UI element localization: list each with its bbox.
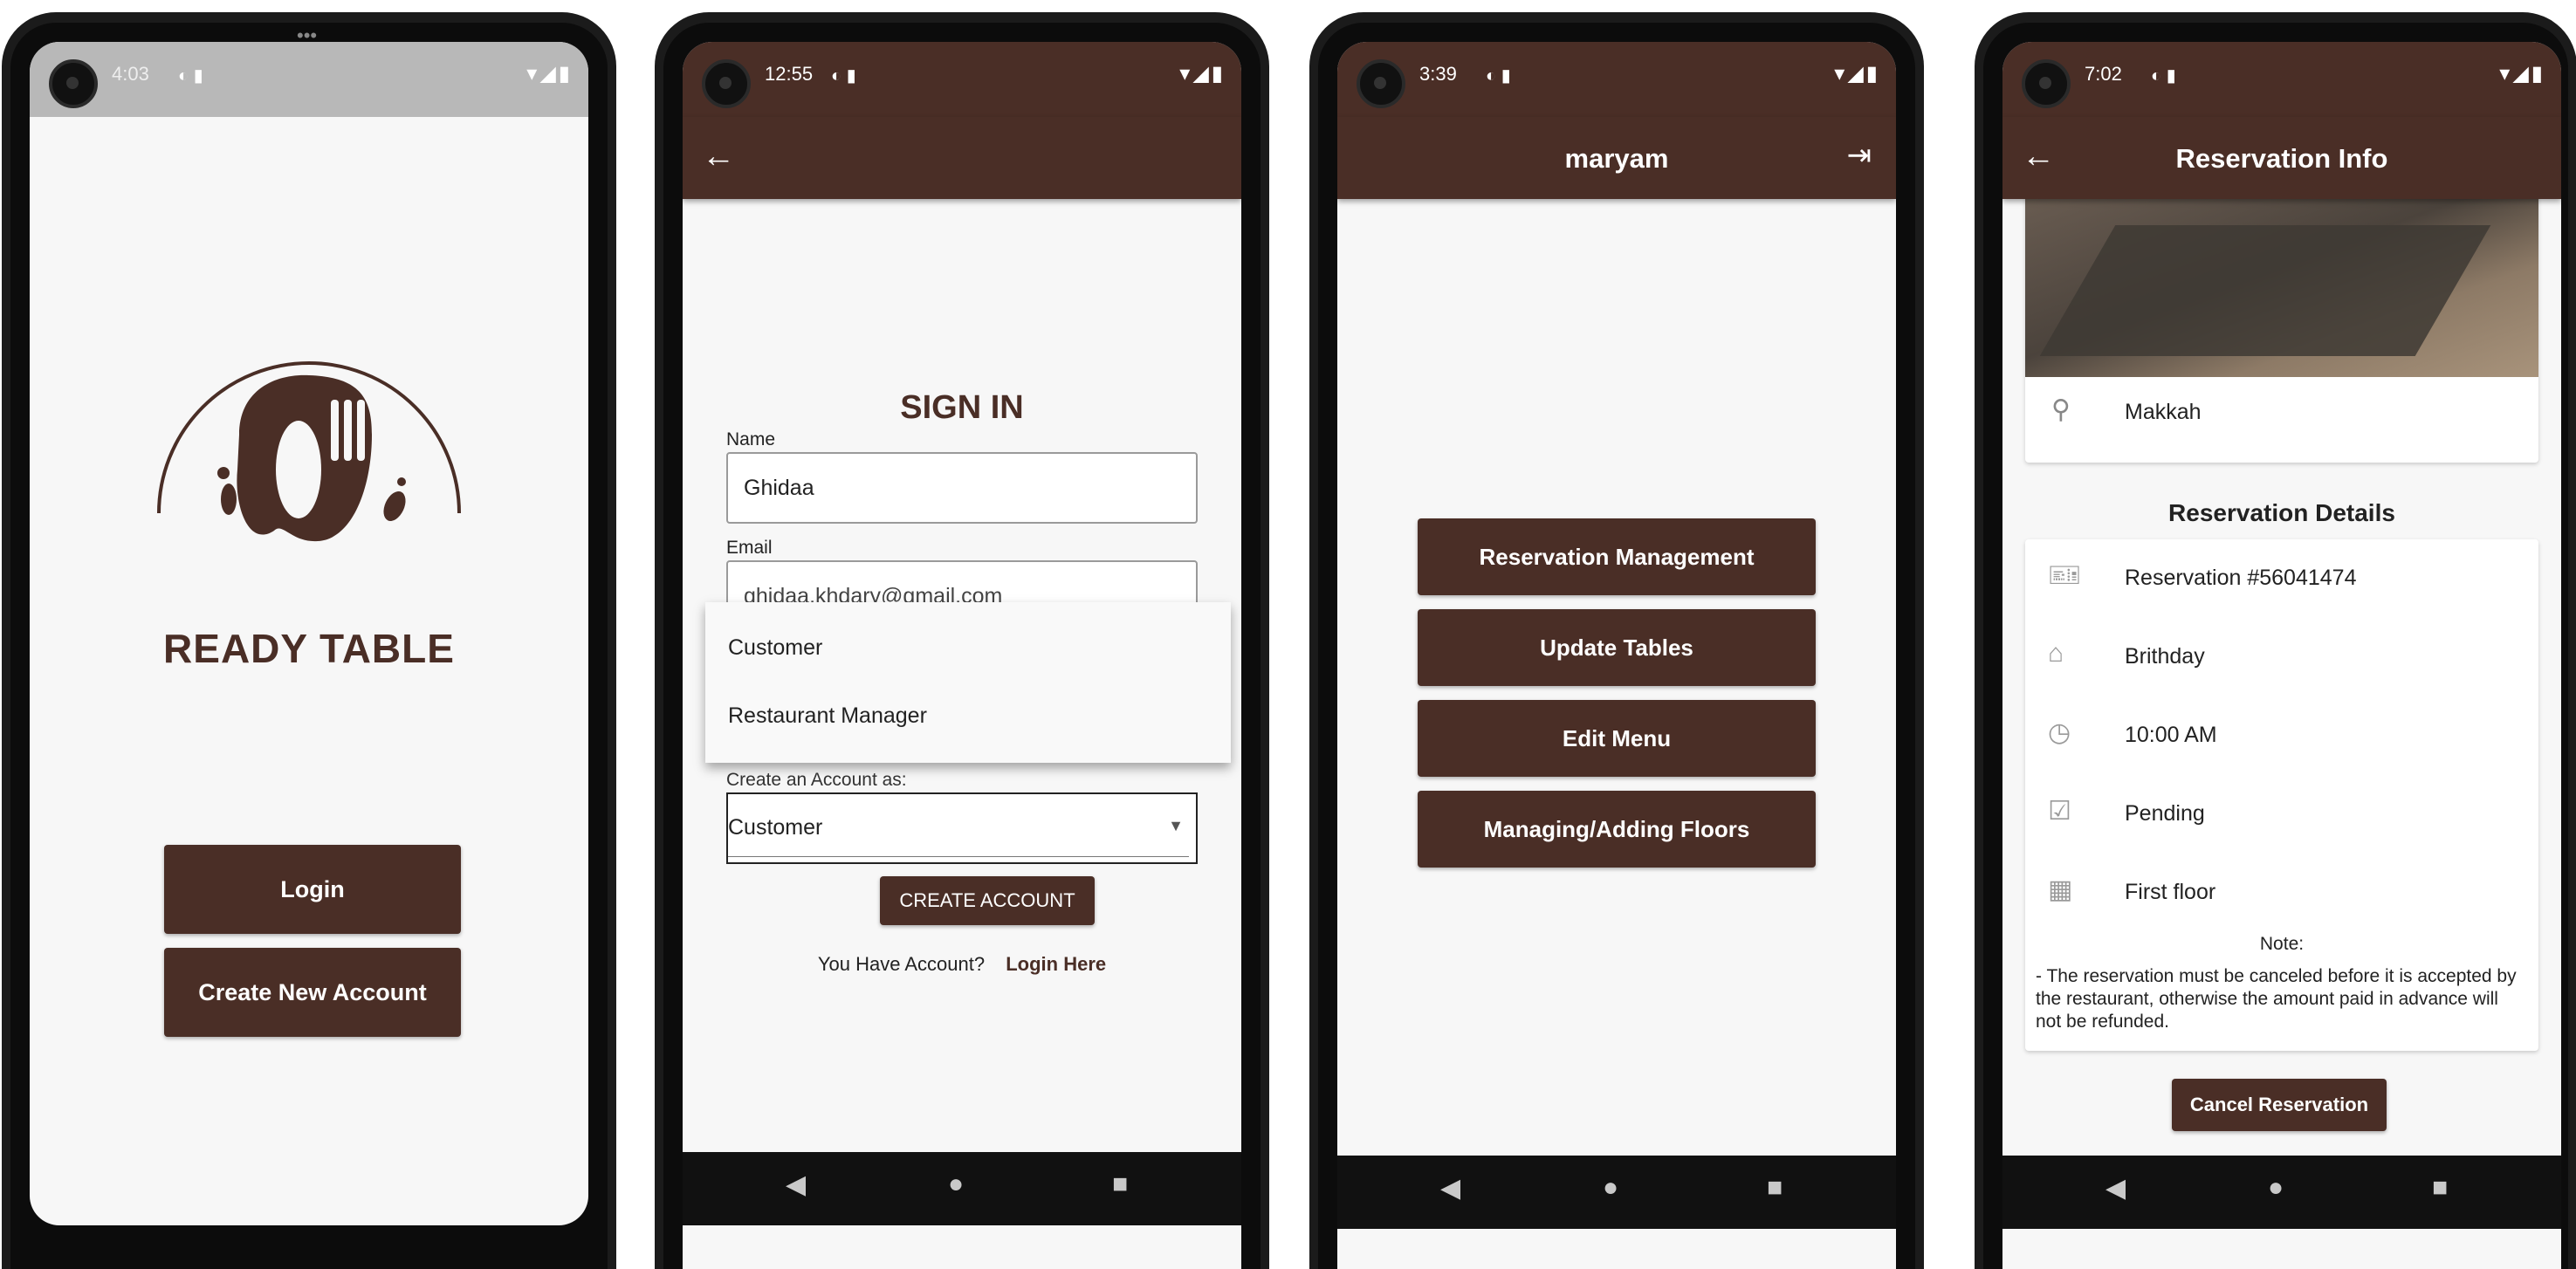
create-account-button[interactable]: CREATE ACCOUNT (880, 876, 1095, 925)
have-account-text: You Have Account? (817, 953, 986, 975)
app-bar: ← (683, 117, 1241, 199)
location-card: ⚲ Makkah (2025, 190, 2538, 463)
update-tables-button[interactable]: Update Tables (1418, 609, 1816, 686)
reservation-info-screen: 7:02 ◐ ▮ ▾◢▮ ← Reservation Info ⚲ Makkah… (2002, 42, 2561, 1269)
nav-home-icon[interactable]: ● (948, 1170, 964, 1199)
occasion-icon: ⌂ (2048, 639, 2064, 668)
navigation-bar: ◀ ● ■ (2002, 1156, 2561, 1229)
notification-icons: ◐ ▮ (178, 66, 203, 86)
nav-home-icon[interactable]: ● (2268, 1173, 2284, 1203)
camera-icon (49, 59, 98, 108)
nav-back-icon[interactable]: ◀ (786, 1170, 806, 1200)
building-icon: ▦ (2048, 875, 2073, 904)
status-bar: 12:55 ◐ ▮ ▾◢▮ (683, 42, 1241, 117)
nav-back-icon[interactable]: ◀ (2105, 1173, 2126, 1204)
option-customer[interactable]: Customer (728, 635, 822, 661)
status-time: 3:39 (1419, 63, 1457, 85)
managing-floors-button[interactable]: Managing/Adding Floors (1418, 791, 1816, 868)
location-text: Makkah (2125, 400, 2202, 424)
status-time: 12:55 (765, 63, 814, 85)
have-account-row: You Have Account? Login Here (683, 953, 1241, 976)
status-time: 7:02 (2085, 63, 2122, 85)
reservation-management-button[interactable]: Reservation Management (1418, 518, 1816, 595)
option-restaurant-manager[interactable]: Restaurant Manager (728, 703, 927, 729)
app-bar: maryam ⇥ (1337, 117, 1896, 199)
phone-reservation-info: 7:02 ◐ ▮ ▾◢▮ ← Reservation Info ⚲ Makkah… (1975, 12, 2576, 1269)
phone-sign-in: 12:55 ◐ ▮ ▾◢▮ ← SIGN IN Name Ghidaa Emai… (655, 12, 1269, 1269)
nav-recents-icon[interactable]: ■ (1767, 1173, 1783, 1203)
floor-text: First floor (2125, 880, 2216, 904)
details-card: 🎫︎ Reservation #56041474 ⌂ Brithday ◷ 10… (2025, 539, 2538, 1051)
time-text: 10:00 AM (2125, 723, 2217, 747)
note-label: Note: (2259, 934, 2305, 954)
login-button[interactable]: Login (164, 845, 461, 934)
chevron-down-icon: ▼ (1168, 817, 1184, 834)
occasion-text: Brithday (2125, 644, 2205, 669)
notification-icons: ◐ ▮ (2151, 66, 2176, 86)
edit-menu-button[interactable]: Edit Menu (1418, 700, 1816, 777)
name-label: Name (726, 429, 776, 449)
logout-icon[interactable]: ⇥ (1847, 138, 1872, 173)
nav-home-icon[interactable]: ● (1603, 1173, 1618, 1203)
ready-table-logo (157, 361, 461, 542)
restaurant-image (2025, 190, 2538, 377)
app-bar: ← Reservation Info (2002, 117, 2561, 199)
sign-in-title: SIGN IN (900, 389, 1024, 426)
account-type-select[interactable]: Customer ▼ (726, 792, 1198, 864)
login-here-link[interactable]: Login Here (1006, 953, 1106, 975)
clock-icon: ◷ (2048, 718, 2071, 747)
status-bar: 7:02 ◐ ▮ ▾◢▮ (2002, 42, 2561, 117)
nav-back-icon[interactable]: ◀ (1440, 1173, 1460, 1204)
account-type-label: Create an Account as: (726, 770, 907, 790)
manager-menu-screen: 3:39 ◐ ▮ ▾◢▮ maryam ⇥ Reservation Manage… (1337, 42, 1896, 1269)
reservation-number: Reservation #56041474 (2125, 566, 2357, 590)
account-type-dropdown-menu: Customer Restaurant Manager (705, 602, 1231, 763)
navigation-bar: ◀ ● ■ (683, 1152, 1241, 1225)
signal-battery-icons: ▾◢▮ (1834, 62, 1880, 86)
name-field[interactable]: Ghidaa (726, 452, 1198, 524)
details-heading: Reservation Details (2168, 499, 2395, 526)
image-floor-rug (2039, 225, 2491, 356)
nav-recents-icon[interactable]: ■ (2432, 1173, 2448, 1203)
status-time: 4:03 (112, 63, 149, 85)
phone-manager-menu: 3:39 ◐ ▮ ▾◢▮ maryam ⇥ Reservation Manage… (1309, 12, 1924, 1269)
phone-welcome: 4:03 ◐ ▮ ▾◢▮ READY TABLE Login Create Ne… (2, 12, 616, 1269)
app-bar-title: Reservation Info (2175, 143, 2388, 174)
note-text: - The reservation must be canceled befor… (2036, 966, 2517, 1032)
notification-icons: ◐ ▮ (1486, 66, 1511, 86)
signal-battery-icons: ▾◢▮ (1179, 62, 1226, 86)
create-account-button[interactable]: Create New Account (164, 948, 461, 1037)
camera-icon (1357, 59, 1405, 108)
calendar-check-icon: ☑ (2048, 797, 2071, 826)
nav-recents-icon[interactable]: ■ (1112, 1170, 1128, 1199)
status-text: Pending (2125, 801, 2205, 826)
signal-battery-icons: ▾◢▮ (526, 62, 573, 86)
notification-icons: ◐ ▮ (831, 66, 856, 86)
cancel-reservation-button[interactable]: Cancel Reservation (2172, 1079, 2387, 1131)
sign-in-screen: 12:55 ◐ ▮ ▾◢▮ ← SIGN IN Name Ghidaa Emai… (683, 42, 1241, 1269)
navigation-bar: ◀ ● ■ (1337, 1156, 1896, 1229)
location-pin-icon: ⚲ (2051, 395, 2071, 424)
welcome-screen: 4:03 ◐ ▮ ▾◢▮ READY TABLE Login Create Ne… (30, 42, 588, 1225)
status-bar: 4:03 ◐ ▮ ▾◢▮ (30, 42, 588, 117)
more-dots-icon: ••• (297, 24, 318, 46)
camera-icon (2022, 59, 2071, 108)
camera-icon (702, 59, 751, 108)
signal-battery-icons: ▾◢▮ (2499, 62, 2545, 86)
select-underline (728, 856, 1189, 857)
back-arrow-icon[interactable]: ← (702, 138, 735, 175)
app-bar-title: maryam (1564, 143, 1669, 174)
account-type-value: Customer (728, 815, 823, 840)
ticket-icon: 🎫︎ (2048, 561, 2082, 590)
logo-text: READY TABLE (163, 626, 455, 671)
status-bar: 3:39 ◐ ▮ ▾◢▮ (1337, 42, 1896, 117)
email-label: Email (726, 538, 773, 558)
